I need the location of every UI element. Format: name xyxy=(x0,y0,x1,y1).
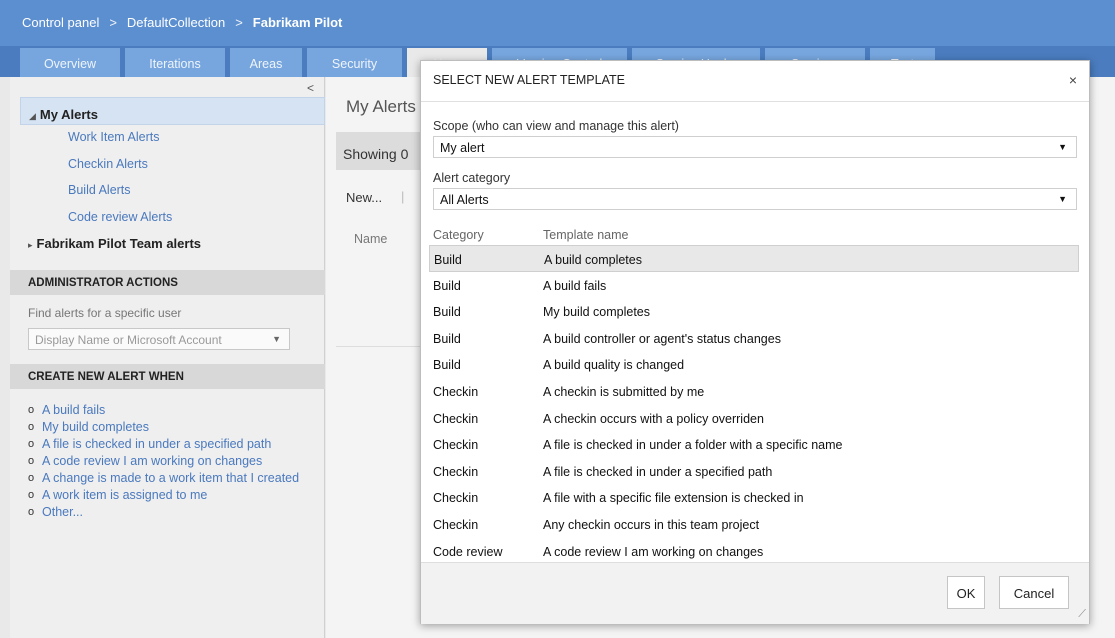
breadcrumb-separator: > xyxy=(109,15,117,30)
resize-grip-icon[interactable]: ⟋ xyxy=(1078,608,1086,621)
row-template: A code review I am working on changes xyxy=(543,544,764,559)
chevron-down-icon[interactable]: ▼ xyxy=(1058,194,1067,204)
row-category: Checkin xyxy=(433,411,479,426)
table-row[interactable]: Code review A code review I am working on… xyxy=(429,538,1079,565)
user-search-input[interactable]: Display Name or Microsoft Account ▼ xyxy=(28,328,290,350)
template-table: Build A build completes Build A build fail… xyxy=(429,245,1079,564)
collapse-panel-icon[interactable]: < xyxy=(307,81,314,95)
toolbar-divider: | xyxy=(401,189,405,204)
breadcrumb-separator: > xyxy=(235,15,243,30)
select-alert-template-dialog: SELECT NEW ALERT TEMPLATE × Scope (who c… xyxy=(420,60,1090,624)
table-row[interactable]: Build A build fails xyxy=(429,272,1079,299)
table-row[interactable]: Build A build completes xyxy=(429,245,1079,272)
table-row[interactable]: Build A build quality is changed xyxy=(429,351,1079,378)
row-category: Build xyxy=(433,331,461,346)
scope-value: My alert xyxy=(440,141,485,155)
table-row[interactable]: Checkin A file with a specific file exten… xyxy=(429,484,1079,511)
category-select[interactable]: All Alerts ▼ xyxy=(433,188,1077,210)
page-title: My Alerts xyxy=(346,97,416,116)
row-category: Build xyxy=(433,305,461,320)
category-label: Alert category xyxy=(433,171,511,185)
sidebar-item-build-alerts[interactable]: Build Alerts xyxy=(68,183,131,197)
chevron-down-icon[interactable]: ▼ xyxy=(1058,142,1067,152)
row-template: A build quality is changed xyxy=(543,358,685,373)
create-alert-link[interactable]: A build fails xyxy=(28,403,318,418)
create-alert-link[interactable]: A file is checked in under a specified p… xyxy=(28,437,318,452)
user-search-placeholder: Display Name or Microsoft Account xyxy=(35,333,222,347)
find-alerts-label: Find alerts for a specific user xyxy=(28,306,182,320)
close-icon[interactable]: × xyxy=(1069,72,1077,88)
table-row[interactable]: Checkin A checkin is submitted by me xyxy=(429,378,1079,405)
create-alert-link[interactable]: Other... xyxy=(28,505,318,520)
breadcrumb-current: Fabrikam Pilot xyxy=(252,15,343,30)
dialog-title: SELECT NEW ALERT TEMPLATE xyxy=(433,73,625,87)
expanded-triangle-icon[interactable]: ◢ xyxy=(29,111,36,121)
ok-button[interactable]: OK xyxy=(947,576,985,609)
row-template: A checkin occurs with a policy overriden xyxy=(543,411,764,426)
row-template: A file is checked in under a folder with… xyxy=(543,438,843,453)
column-header-template[interactable]: Template name xyxy=(543,228,628,242)
template-table-header: Category Template name xyxy=(433,226,1077,246)
row-template: A build fails xyxy=(543,278,607,293)
dialog-footer: OK Cancel ⟋ xyxy=(421,562,1089,624)
sidebar-item-checkin-alerts[interactable]: Checkin Alerts xyxy=(68,157,148,171)
table-row[interactable]: Checkin Any checkin occurs in this team p… xyxy=(429,511,1079,538)
create-alert-link[interactable]: A work item is assigned to me xyxy=(28,488,318,503)
tab-security[interactable]: Security xyxy=(307,48,402,77)
row-template: Any checkin occurs in this team project xyxy=(543,517,760,532)
breadcrumb: Control panel > DefaultCollection > Fabr… xyxy=(22,15,342,30)
divider xyxy=(421,101,1089,102)
row-category: Checkin xyxy=(433,517,479,532)
create-alert-link[interactable]: My build completes xyxy=(28,420,318,435)
table-row[interactable]: Build A build controller or agent's statu… xyxy=(429,325,1079,352)
new-alert-button[interactable]: New... xyxy=(346,190,382,205)
row-template: A checkin is submitted by me xyxy=(543,384,705,399)
sidebar-item-team-alerts[interactable]: ▸ Fabrikam Pilot Team alerts xyxy=(20,236,325,251)
collapsed-triangle-icon[interactable]: ▸ xyxy=(28,240,33,250)
tab-areas[interactable]: Areas xyxy=(230,48,302,77)
sidebar-item-work-item-alerts[interactable]: Work Item Alerts xyxy=(68,130,159,144)
breadcrumb-collection[interactable]: DefaultCollection xyxy=(127,15,225,30)
row-template: A build completes xyxy=(544,253,642,267)
sidebar-item-label: Fabrikam Pilot Team alerts xyxy=(36,236,202,251)
create-alert-heading: CREATE NEW ALERT WHEN xyxy=(10,364,325,389)
sidebar-item-code-review-alerts[interactable]: Code review Alerts xyxy=(68,210,172,224)
breadcrumb-control-panel[interactable]: Control panel xyxy=(22,15,99,30)
tab-iterations[interactable]: Iterations xyxy=(125,48,225,77)
column-header-category[interactable]: Category xyxy=(433,228,484,242)
row-category: Build xyxy=(433,358,461,373)
row-category: Checkin xyxy=(433,464,479,479)
row-category: Checkin xyxy=(433,491,479,506)
row-category: Checkin xyxy=(433,384,479,399)
row-category: Code review xyxy=(433,544,503,559)
create-alert-list: A build fails My build completes A file … xyxy=(28,403,318,522)
table-row[interactable]: Checkin A file is checked in under a spec… xyxy=(429,458,1079,485)
table-row[interactable]: Build My build completes xyxy=(429,298,1079,325)
row-template: A file is checked in under a specified p… xyxy=(543,464,773,479)
create-alert-link[interactable]: A code review I am working on changes xyxy=(28,454,318,469)
table-row[interactable]: Checkin A checkin occurs with a policy ov… xyxy=(429,405,1079,432)
row-template: A build controller or agent's status cha… xyxy=(543,331,781,346)
admin-actions-heading: ADMINISTRATOR ACTIONS xyxy=(10,270,325,295)
row-category: Build xyxy=(433,278,461,293)
sidebar-item-label: My Alerts xyxy=(39,107,98,122)
create-alert-link[interactable]: A change is made to a work item that I c… xyxy=(28,471,318,486)
tab-overview[interactable]: Overview xyxy=(20,48,120,77)
chevron-down-icon[interactable]: ▼ xyxy=(272,334,281,344)
row-category: Build xyxy=(434,253,462,267)
category-value: All Alerts xyxy=(440,193,489,207)
sidebar-item-my-alerts[interactable]: ◢ My Alerts xyxy=(20,97,325,125)
column-header-name[interactable]: Name xyxy=(354,232,387,246)
scope-label: Scope (who can view and manage this aler… xyxy=(433,119,679,133)
row-category: Checkin xyxy=(433,438,479,453)
top-header: Control panel > DefaultCollection > Fabr… xyxy=(0,0,1115,46)
scope-select[interactable]: My alert ▼ xyxy=(433,136,1077,158)
sidebar: < ◢ My Alerts Work Item Alerts Checkin Al… xyxy=(10,77,325,638)
row-template: My build completes xyxy=(543,305,650,320)
cancel-button[interactable]: Cancel xyxy=(999,576,1069,609)
row-template: A file with a specific file extension is… xyxy=(543,491,804,506)
table-row[interactable]: Checkin A file is checked in under a fold… xyxy=(429,431,1079,458)
